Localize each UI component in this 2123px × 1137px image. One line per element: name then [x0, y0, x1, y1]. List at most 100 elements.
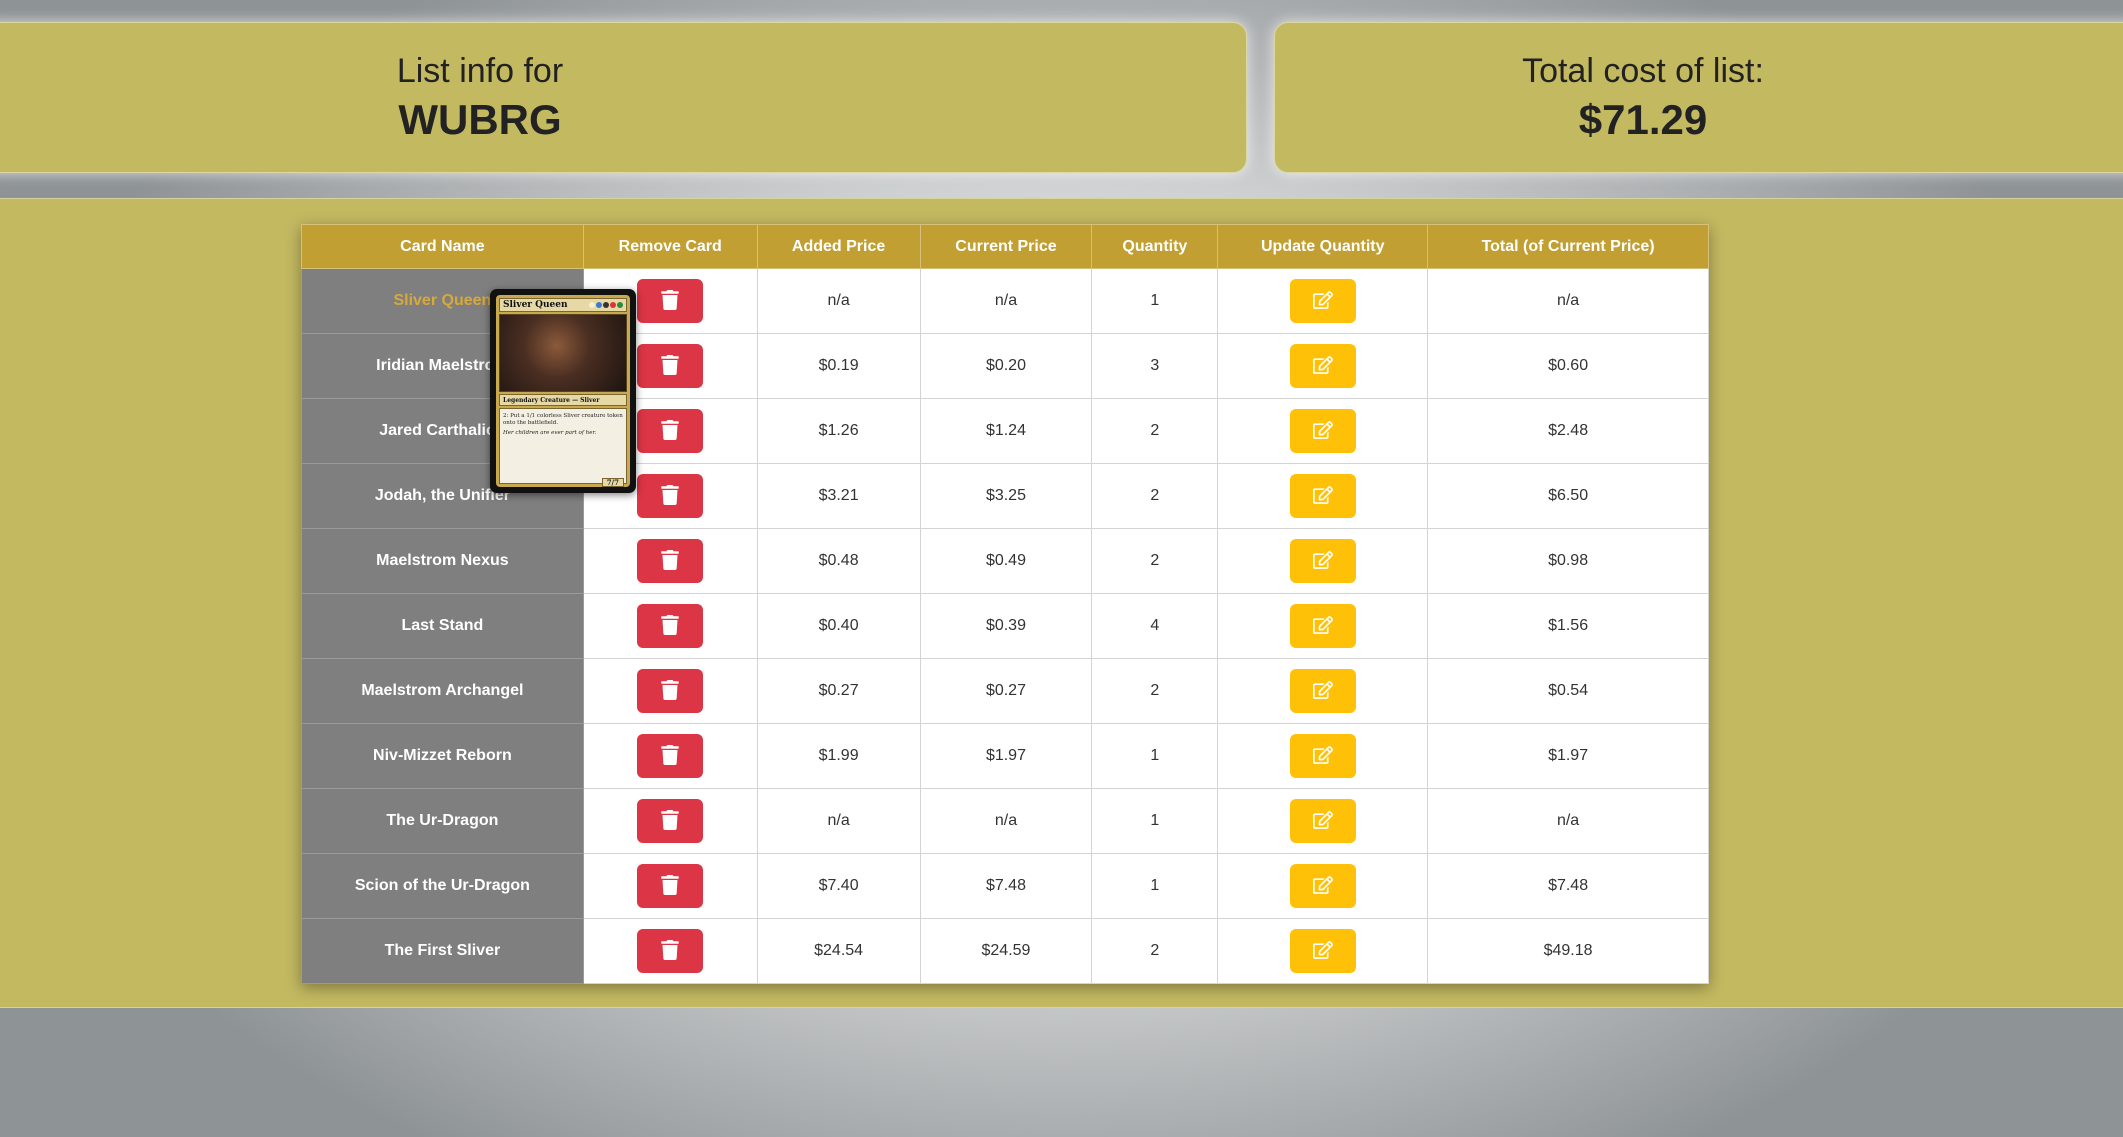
update-quantity-cell	[1217, 658, 1429, 724]
remove-card-cell	[582, 918, 758, 984]
remove-card-cell	[582, 788, 758, 854]
list-info-card: List info for WUBRG	[0, 22, 1247, 173]
card-art	[499, 314, 627, 392]
added-price: n/a	[756, 268, 921, 334]
remove-card-button[interactable]	[637, 929, 704, 973]
trash-icon	[660, 549, 680, 573]
remove-card-button[interactable]	[637, 734, 704, 778]
card-frame: Sliver Queen Legendary Creature — Sliver…	[496, 295, 630, 487]
added-price: $24.54	[756, 918, 921, 984]
card-name-link[interactable]: Niv-Mizzet Reborn	[301, 723, 584, 789]
edit-icon	[1312, 420, 1333, 443]
remove-card-button[interactable]	[637, 474, 704, 518]
added-price: $1.99	[756, 723, 921, 789]
current-price: n/a	[919, 788, 1093, 854]
header-current-price: Current Price	[919, 224, 1093, 269]
trash-icon	[660, 874, 680, 898]
current-price: $1.24	[919, 398, 1093, 464]
trash-icon	[660, 354, 680, 378]
added-price: $3.21	[756, 463, 921, 529]
table-row: The First Sliver $24.54 $24.59 2 $49.18	[301, 918, 1709, 984]
table-row: Maelstrom Archangel $0.27 $0.27 2 $0.54	[301, 658, 1709, 724]
total-cost-card: Total cost of list: $71.29	[1274, 22, 2123, 173]
added-price: $0.48	[756, 528, 921, 594]
quantity: 2	[1091, 658, 1219, 724]
card-name-link[interactable]: The First Sliver	[301, 918, 584, 984]
update-quantity-button[interactable]	[1289, 604, 1356, 648]
update-quantity-cell	[1217, 723, 1429, 789]
remove-card-button[interactable]	[637, 604, 704, 648]
edit-icon	[1312, 290, 1333, 313]
update-quantity-cell	[1217, 333, 1429, 399]
card-text-box: 2: Put a 1/1 colorless Sliver creature t…	[499, 408, 627, 487]
trash-icon	[660, 939, 680, 963]
edit-icon	[1312, 550, 1333, 573]
header-added-price: Added Price	[756, 224, 921, 269]
remove-card-button[interactable]	[637, 409, 704, 453]
row-total: $1.97	[1427, 723, 1709, 789]
current-price: $24.59	[919, 918, 1093, 984]
update-quantity-cell	[1217, 788, 1429, 854]
row-total: $0.60	[1427, 333, 1709, 399]
update-quantity-button[interactable]	[1289, 734, 1356, 778]
card-name-link[interactable]: Last Stand	[301, 593, 584, 659]
trash-icon	[660, 809, 680, 833]
update-quantity-button[interactable]	[1289, 799, 1356, 843]
row-total: $6.50	[1427, 463, 1709, 529]
update-quantity-cell	[1217, 463, 1429, 529]
remove-card-button[interactable]	[637, 799, 704, 843]
row-total: $7.48	[1427, 853, 1709, 919]
total-cost-label: Total cost of list:	[1522, 52, 1764, 90]
quantity: 2	[1091, 528, 1219, 594]
card-name-link[interactable]: The Ur-Dragon	[301, 788, 584, 854]
card-name-link[interactable]: Maelstrom Archangel	[301, 658, 584, 724]
update-quantity-button[interactable]	[1289, 539, 1356, 583]
edit-icon	[1312, 485, 1333, 508]
edit-icon	[1312, 810, 1333, 833]
current-price: $3.25	[919, 463, 1093, 529]
update-quantity-button[interactable]	[1289, 344, 1356, 388]
trash-icon	[660, 289, 680, 313]
update-quantity-button[interactable]	[1289, 864, 1356, 908]
header-quantity: Quantity	[1091, 224, 1219, 269]
trash-icon	[660, 614, 680, 638]
current-price: $7.48	[919, 853, 1093, 919]
card-name-link[interactable]: Maelstrom Nexus	[301, 528, 584, 594]
added-price: $0.19	[756, 333, 921, 399]
header-remove-card: Remove Card	[582, 224, 758, 269]
added-price: $0.40	[756, 593, 921, 659]
trash-icon	[660, 419, 680, 443]
current-price: $0.20	[919, 333, 1093, 399]
quantity: 2	[1091, 398, 1219, 464]
remove-card-button[interactable]	[637, 539, 704, 583]
remove-card-cell	[582, 853, 758, 919]
remove-card-button[interactable]	[637, 864, 704, 908]
current-price: $0.27	[919, 658, 1093, 724]
trash-icon	[660, 484, 680, 508]
header-update-quantity: Update Quantity	[1217, 224, 1429, 269]
card-name-link[interactable]: Scion of the Ur-Dragon	[301, 853, 584, 919]
update-quantity-button[interactable]	[1289, 929, 1356, 973]
header-card-name: Card Name	[301, 224, 584, 269]
update-quantity-button[interactable]	[1289, 409, 1356, 453]
update-quantity-button[interactable]	[1289, 669, 1356, 713]
added-price: $7.40	[756, 853, 921, 919]
card-power-toughness: 7/7	[601, 478, 624, 487]
table-header-row: Card Name Remove Card Added Price Curren…	[301, 224, 1709, 269]
update-quantity-button[interactable]	[1289, 279, 1356, 323]
current-price: $0.39	[919, 593, 1093, 659]
current-price: $0.49	[919, 528, 1093, 594]
quantity: 2	[1091, 463, 1219, 529]
row-total: $1.56	[1427, 593, 1709, 659]
remove-card-button[interactable]	[637, 344, 704, 388]
quantity: 4	[1091, 593, 1219, 659]
table-row: The Ur-Dragon n/a n/a 1 n/a	[301, 788, 1709, 854]
added-price: n/a	[756, 788, 921, 854]
update-quantity-button[interactable]	[1289, 474, 1356, 518]
remove-card-button[interactable]	[637, 279, 704, 323]
remove-card-button[interactable]	[637, 669, 704, 713]
quantity: 2	[1091, 918, 1219, 984]
edit-icon	[1312, 940, 1333, 963]
trash-icon	[660, 679, 680, 703]
card-flavor-text: Her children are ever part of her.	[503, 430, 597, 436]
